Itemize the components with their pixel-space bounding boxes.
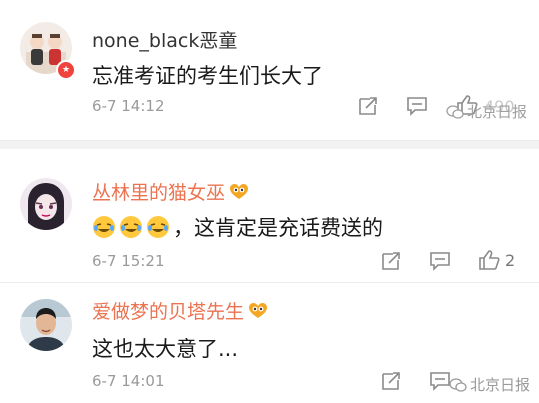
laugh-cry-emoji [120,216,142,238]
comment-item: 丛林里的猫女巫 ，这肯定是充话费送的 6-7 15:21 2 [0,150,539,278]
repost-icon[interactable] [380,250,402,272]
comment-icon[interactable] [406,95,428,117]
repost-icon[interactable] [380,370,402,392]
divider [0,282,539,283]
comment-text: 忘准考证的考生们长大了 [92,64,323,88]
comment-item: ★ none_black恶童 忘准考证的考生们长大了 6-7 14:12 490… [0,0,539,140]
comment-username[interactable]: 丛林里的猫女巫 [92,178,249,205]
fan-badge-icon [230,184,249,199]
comment-icon[interactable] [429,370,451,392]
watermark: 北京日报 [449,374,530,395]
comment-icon[interactable] [429,250,451,272]
laugh-cry-emoji [93,216,115,238]
comment-text-body: ，这肯定是充话费送的 [173,216,383,240]
avatar[interactable] [20,178,72,230]
username-label[interactable]: 丛林里的猫女巫 [92,182,225,204]
comment-username[interactable]: 爱做梦的贝塔先生 [92,297,268,324]
repost-icon[interactable] [357,95,379,117]
comment-time: 6-7 15:21 [92,252,165,270]
comment-username[interactable]: none_black恶童 [92,26,237,53]
avatar[interactable] [20,299,72,351]
watermark: 北京日报 [446,101,527,122]
username-label[interactable]: 爱做梦的贝塔先生 [92,301,244,323]
wechat-logo-icon [446,104,464,119]
comment-time: 6-7 14:01 [92,372,165,390]
comment-item: 爱做梦的贝塔先生 这也太大意了... 6-7 14:01 北京日报 [0,285,539,403]
watermark-text: 北京日报 [467,103,528,121]
comment-time: 6-7 14:12 [92,97,165,115]
verified-badge-icon: ★ [56,60,76,80]
comment-text: ，这肯定是充话费送的 [92,212,383,242]
fan-badge-icon [249,303,268,318]
like-count: 2 [505,251,516,270]
section-gap [0,141,539,149]
wechat-logo-icon [449,377,467,392]
comment-text: 这也太大意了... [92,337,239,361]
watermark-text: 北京日报 [470,376,531,394]
like-icon[interactable] [478,249,500,271]
laugh-cry-emoji [147,216,169,238]
